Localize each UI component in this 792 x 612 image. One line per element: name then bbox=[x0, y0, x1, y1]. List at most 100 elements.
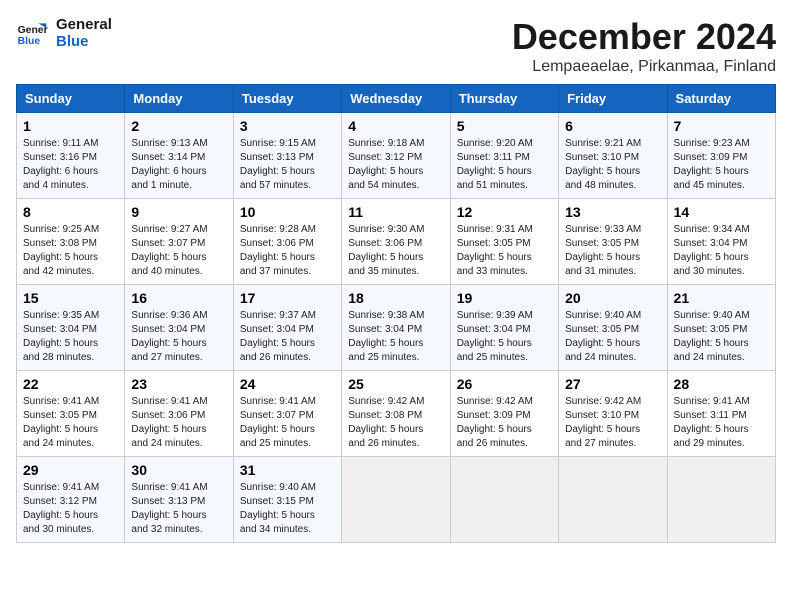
day-number: 30 bbox=[131, 462, 226, 478]
day-number: 8 bbox=[23, 204, 118, 220]
day-number: 7 bbox=[674, 118, 769, 134]
title-block: December 2024 Lempaeaelae, Pirkanmaa, Fi… bbox=[512, 16, 776, 76]
calendar-cell: 8 Sunrise: 9:25 AM Sunset: 3:08 PM Daylig… bbox=[17, 199, 125, 285]
calendar-cell: 28 Sunrise: 9:41 AM Sunset: 3:11 PM Dayli… bbox=[667, 371, 775, 457]
calendar-cell: 6 Sunrise: 9:21 AM Sunset: 3:10 PM Daylig… bbox=[559, 113, 667, 199]
header-day-monday: Monday bbox=[125, 85, 233, 113]
calendar-cell: 4 Sunrise: 9:18 AM Sunset: 3:12 PM Daylig… bbox=[342, 113, 450, 199]
header-day-wednesday: Wednesday bbox=[342, 85, 450, 113]
day-info: Sunrise: 9:25 AM Sunset: 3:08 PM Dayligh… bbox=[23, 223, 118, 279]
calendar-cell bbox=[342, 457, 450, 543]
calendar-table: SundayMondayTuesdayWednesdayThursdayFrid… bbox=[16, 84, 776, 543]
day-info: Sunrise: 9:42 AM Sunset: 3:09 PM Dayligh… bbox=[457, 395, 552, 451]
day-number: 10 bbox=[240, 204, 335, 220]
calendar-cell: 24Sunrise: 9:41 AM Sunset: 3:07 PM Dayli… bbox=[233, 371, 341, 457]
calendar-cell: 10 Sunrise: 9:28 AM Sunset: 3:06 PM Dayli… bbox=[233, 199, 341, 285]
calendar-cell: 21 Sunrise: 9:40 AM Sunset: 3:05 PM Dayli… bbox=[667, 285, 775, 371]
day-number: 28 bbox=[674, 376, 769, 392]
day-number: 2 bbox=[131, 118, 226, 134]
calendar-cell: 12Sunrise: 9:31 AM Sunset: 3:05 PM Dayli… bbox=[450, 199, 558, 285]
day-info: Sunrise: 9:36 AM Sunset: 3:04 PM Dayligh… bbox=[131, 309, 226, 365]
day-info: Sunrise: 9:20 AM Sunset: 3:11 PM Dayligh… bbox=[457, 137, 552, 193]
logo-icon: General Blue bbox=[16, 17, 48, 49]
calendar-cell: 23 Sunrise: 9:41 AM Sunset: 3:06 PM Dayli… bbox=[125, 371, 233, 457]
header: General Blue General Blue December 2024 … bbox=[16, 16, 776, 76]
logo-text-general: General bbox=[56, 16, 112, 33]
calendar-cell: 17 Sunrise: 9:37 AM Sunset: 3:04 PM Dayli… bbox=[233, 285, 341, 371]
day-number: 21 bbox=[674, 290, 769, 306]
calendar-cell: 1Sunrise: 9:11 AM Sunset: 3:16 PM Daylig… bbox=[17, 113, 125, 199]
day-info: Sunrise: 9:28 AM Sunset: 3:06 PM Dayligh… bbox=[240, 223, 335, 279]
calendar-cell: 11 Sunrise: 9:30 AM Sunset: 3:06 PM Dayli… bbox=[342, 199, 450, 285]
day-number: 17 bbox=[240, 290, 335, 306]
calendar-cell: 7 Sunrise: 9:23 AM Sunset: 3:09 PM Daylig… bbox=[667, 113, 775, 199]
day-info: Sunrise: 9:33 AM Sunset: 3:05 PM Dayligh… bbox=[565, 223, 660, 279]
calendar-cell bbox=[559, 457, 667, 543]
day-info: Sunrise: 9:35 AM Sunset: 3:04 PM Dayligh… bbox=[23, 309, 118, 365]
calendar-cell: 18 Sunrise: 9:38 AM Sunset: 3:04 PM Dayli… bbox=[342, 285, 450, 371]
day-info: Sunrise: 9:38 AM Sunset: 3:04 PM Dayligh… bbox=[348, 309, 443, 365]
calendar-header: SundayMondayTuesdayWednesdayThursdayFrid… bbox=[17, 85, 776, 113]
day-number: 12 bbox=[457, 204, 552, 220]
day-info: Sunrise: 9:40 AM Sunset: 3:05 PM Dayligh… bbox=[674, 309, 769, 365]
day-number: 23 bbox=[131, 376, 226, 392]
location-title: Lempaeaelae, Pirkanmaa, Finland bbox=[512, 58, 776, 76]
calendar-cell: 26Sunrise: 9:42 AM Sunset: 3:09 PM Dayli… bbox=[450, 371, 558, 457]
day-number: 24 bbox=[240, 376, 335, 392]
calendar-cell: 14 Sunrise: 9:34 AM Sunset: 3:04 PM Dayli… bbox=[667, 199, 775, 285]
logo: General Blue General Blue bbox=[16, 16, 112, 50]
calendar-cell: 27Sunrise: 9:42 AM Sunset: 3:10 PM Dayli… bbox=[559, 371, 667, 457]
calendar-cell: 2Sunrise: 9:13 AM Sunset: 3:14 PM Daylig… bbox=[125, 113, 233, 199]
day-info: Sunrise: 9:41 AM Sunset: 3:05 PM Dayligh… bbox=[23, 395, 118, 451]
day-number: 25 bbox=[348, 376, 443, 392]
calendar-cell: 30Sunrise: 9:41 AM Sunset: 3:13 PM Dayli… bbox=[125, 457, 233, 543]
day-info: Sunrise: 9:41 AM Sunset: 3:12 PM Dayligh… bbox=[23, 481, 118, 537]
day-number: 4 bbox=[348, 118, 443, 134]
calendar-cell: 20Sunrise: 9:40 AM Sunset: 3:05 PM Dayli… bbox=[559, 285, 667, 371]
day-number: 18 bbox=[348, 290, 443, 306]
day-number: 31 bbox=[240, 462, 335, 478]
day-info: Sunrise: 9:27 AM Sunset: 3:07 PM Dayligh… bbox=[131, 223, 226, 279]
day-number: 22 bbox=[23, 376, 118, 392]
day-info: Sunrise: 9:41 AM Sunset: 3:06 PM Dayligh… bbox=[131, 395, 226, 451]
day-info: Sunrise: 9:30 AM Sunset: 3:06 PM Dayligh… bbox=[348, 223, 443, 279]
calendar-body: 1Sunrise: 9:11 AM Sunset: 3:16 PM Daylig… bbox=[17, 113, 776, 543]
day-info: Sunrise: 9:23 AM Sunset: 3:09 PM Dayligh… bbox=[674, 137, 769, 193]
calendar-cell: 9Sunrise: 9:27 AM Sunset: 3:07 PM Daylig… bbox=[125, 199, 233, 285]
calendar-cell: 15Sunrise: 9:35 AM Sunset: 3:04 PM Dayli… bbox=[17, 285, 125, 371]
day-number: 3 bbox=[240, 118, 335, 134]
day-number: 6 bbox=[565, 118, 660, 134]
day-info: Sunrise: 9:34 AM Sunset: 3:04 PM Dayligh… bbox=[674, 223, 769, 279]
calendar-week-3: 15Sunrise: 9:35 AM Sunset: 3:04 PM Dayli… bbox=[17, 285, 776, 371]
day-info: Sunrise: 9:18 AM Sunset: 3:12 PM Dayligh… bbox=[348, 137, 443, 193]
day-number: 29 bbox=[23, 462, 118, 478]
day-info: Sunrise: 9:41 AM Sunset: 3:11 PM Dayligh… bbox=[674, 395, 769, 451]
svg-text:General: General bbox=[18, 25, 48, 36]
calendar-cell: 16Sunrise: 9:36 AM Sunset: 3:04 PM Dayli… bbox=[125, 285, 233, 371]
calendar-cell: 22 Sunrise: 9:41 AM Sunset: 3:05 PM Dayli… bbox=[17, 371, 125, 457]
calendar-week-5: 29 Sunrise: 9:41 AM Sunset: 3:12 PM Dayli… bbox=[17, 457, 776, 543]
day-number: 11 bbox=[348, 204, 443, 220]
calendar-cell: 25Sunrise: 9:42 AM Sunset: 3:08 PM Dayli… bbox=[342, 371, 450, 457]
day-info: Sunrise: 9:11 AM Sunset: 3:16 PM Dayligh… bbox=[23, 137, 118, 193]
day-number: 27 bbox=[565, 376, 660, 392]
month-title: December 2024 bbox=[512, 16, 776, 58]
logo-text-blue: Blue bbox=[56, 33, 112, 50]
header-day-thursday: Thursday bbox=[450, 85, 558, 113]
calendar-cell bbox=[667, 457, 775, 543]
calendar-week-1: 1Sunrise: 9:11 AM Sunset: 3:16 PM Daylig… bbox=[17, 113, 776, 199]
calendar-cell: 29 Sunrise: 9:41 AM Sunset: 3:12 PM Dayli… bbox=[17, 457, 125, 543]
day-number: 14 bbox=[674, 204, 769, 220]
calendar-cell: 31Sunrise: 9:40 AM Sunset: 3:15 PM Dayli… bbox=[233, 457, 341, 543]
day-number: 20 bbox=[565, 290, 660, 306]
header-day-tuesday: Tuesday bbox=[233, 85, 341, 113]
day-info: Sunrise: 9:39 AM Sunset: 3:04 PM Dayligh… bbox=[457, 309, 552, 365]
calendar-week-4: 22 Sunrise: 9:41 AM Sunset: 3:05 PM Dayli… bbox=[17, 371, 776, 457]
day-number: 5 bbox=[457, 118, 552, 134]
day-info: Sunrise: 9:37 AM Sunset: 3:04 PM Dayligh… bbox=[240, 309, 335, 365]
header-day-sunday: Sunday bbox=[17, 85, 125, 113]
calendar-cell: 13Sunrise: 9:33 AM Sunset: 3:05 PM Dayli… bbox=[559, 199, 667, 285]
day-info: Sunrise: 9:21 AM Sunset: 3:10 PM Dayligh… bbox=[565, 137, 660, 193]
svg-text:Blue: Blue bbox=[18, 36, 41, 47]
calendar-cell bbox=[450, 457, 558, 543]
